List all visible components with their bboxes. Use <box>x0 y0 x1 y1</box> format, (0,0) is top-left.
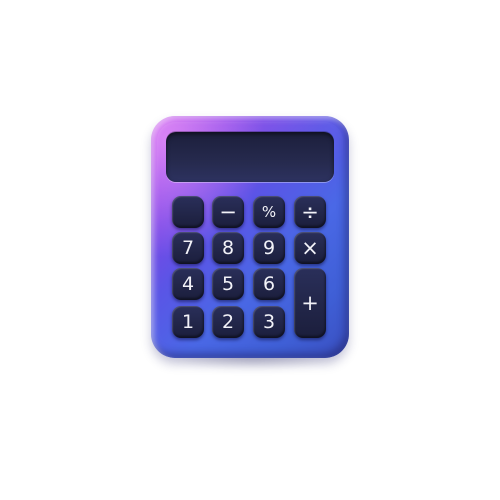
key-6[interactable]: 6 <box>253 268 285 300</box>
key-5[interactable]: 5 <box>212 268 244 300</box>
calculator-display <box>166 132 334 182</box>
key-3[interactable]: 3 <box>253 306 285 338</box>
divide-key[interactable]: ÷ <box>294 196 326 228</box>
multiply-key[interactable]: × <box>294 232 326 264</box>
percent-key[interactable]: % <box>253 196 285 228</box>
minus-key[interactable]: − <box>212 196 244 228</box>
key-2[interactable]: 2 <box>212 306 244 338</box>
plus-key[interactable]: + <box>294 268 326 338</box>
key-9[interactable]: 9 <box>253 232 285 264</box>
key-7[interactable]: 7 <box>172 232 204 264</box>
key-4[interactable]: 4 <box>172 268 204 300</box>
clear-key[interactable] <box>172 196 204 228</box>
calculator-icon-stage: − % ÷ 7 8 9 × 4 5 6 + 1 2 3 <box>0 0 500 500</box>
key-8[interactable]: 8 <box>212 232 244 264</box>
key-1[interactable]: 1 <box>172 306 204 338</box>
